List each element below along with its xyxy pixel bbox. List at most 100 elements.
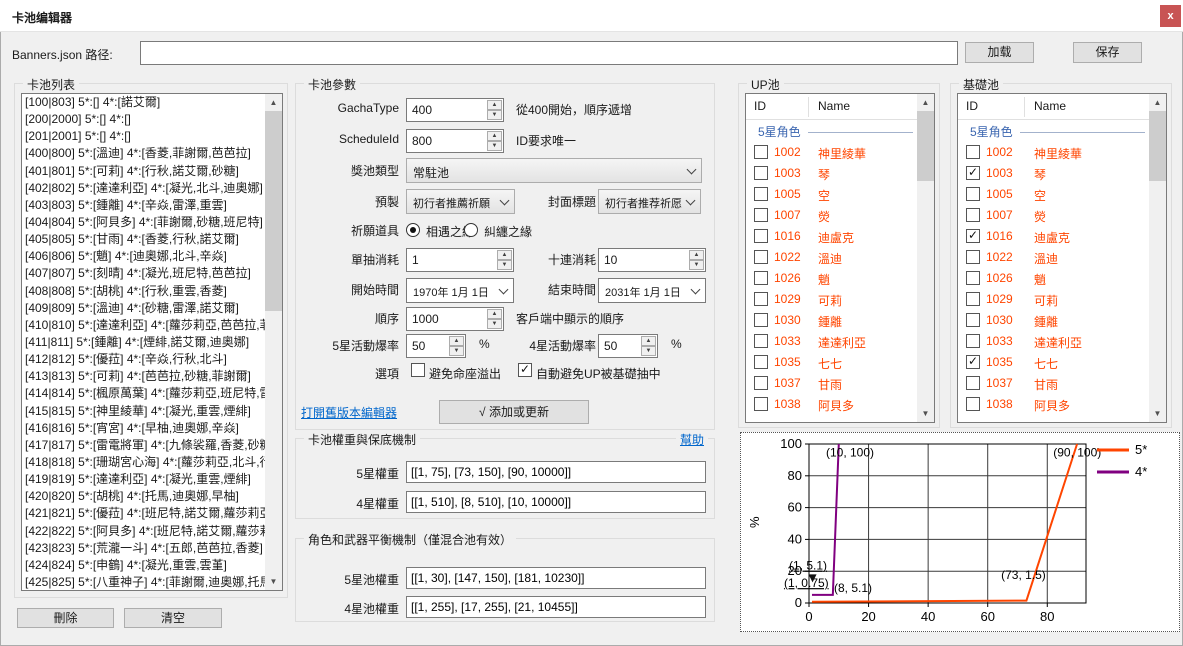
- weight4-input[interactable]: [406, 491, 706, 513]
- base-pool-row[interactable]: 1022 溫迪: [958, 247, 1149, 268]
- avoid-constellation-overflow-checkbox[interactable]: [411, 363, 425, 377]
- path-input[interactable]: [140, 41, 958, 65]
- pool-list-item[interactable]: [412|812] 5*:[優菈] 4*:[辛焱,行秋,北斗]: [22, 351, 265, 368]
- clear-button[interactable]: 清空: [124, 608, 222, 628]
- pool-list-item[interactable]: [409|809] 5*:[溫迪] 4*:[砂糖,雷澤,諾艾爾]: [22, 300, 265, 317]
- spin-down-icon[interactable]: ▼: [487, 141, 502, 151]
- up-pool-scrollbar[interactable]: ▲ ▼: [917, 94, 934, 422]
- pool-list-item[interactable]: [413|813] 5*:[可莉] 4*:[芭芭拉,砂糖,菲謝爾]: [22, 368, 265, 385]
- base-pool-scrollbar[interactable]: ▲ ▼: [1149, 94, 1166, 422]
- spin-down-icon[interactable]: ▼: [641, 346, 656, 356]
- pool-list-item[interactable]: [424|824] 5*:[申鶴] 4*:[凝光,重雲,雲堇]: [22, 557, 265, 574]
- pool-weight4-input[interactable]: [406, 596, 706, 618]
- pool-list-item[interactable]: [423|823] 5*:[荒瀧一斗] 4*:[五郎,芭芭拉,香菱]: [22, 540, 265, 557]
- row-checkbox[interactable]: [966, 187, 980, 201]
- scroll-down-icon[interactable]: ▼: [917, 405, 934, 422]
- scrollbar-thumb[interactable]: [917, 111, 934, 181]
- close-button[interactable]: x: [1160, 5, 1181, 27]
- order-spinner[interactable]: 1000 ▲ ▼: [406, 307, 504, 331]
- scroll-up-icon[interactable]: ▲: [917, 94, 934, 111]
- pool-list-item[interactable]: [406|806] 5*:[魈] 4*:[迪奧娜,北斗,辛焱]: [22, 248, 265, 265]
- row-checkbox[interactable]: [754, 187, 768, 201]
- pool-list-item[interactable]: [400|800] 5*:[溫迪] 4*:[香菱,菲謝爾,芭芭拉]: [22, 145, 265, 162]
- base-pool-row[interactable]: 1005 空: [958, 184, 1149, 205]
- radio-acquaint-fate[interactable]: [406, 223, 420, 237]
- scrollbar-thumb[interactable]: [265, 111, 282, 311]
- base-pool-row[interactable]: 1002 神里綾華: [958, 142, 1149, 163]
- pool-list-item[interactable]: [408|808] 5*:[胡桃] 4*:[行秋,重雲,香菱]: [22, 283, 265, 300]
- prefab-dropdown[interactable]: 初行者推薦祈願: [406, 189, 515, 214]
- spin-down-icon[interactable]: ▼: [449, 346, 464, 356]
- row-checkbox[interactable]: [754, 250, 768, 264]
- base-pool-row[interactable]: 1029 可莉: [958, 289, 1149, 310]
- row-checkbox[interactable]: [754, 208, 768, 222]
- up-pool-row[interactable]: 1022 溫迪: [746, 247, 917, 268]
- base-pool-row[interactable]: 1030 鍾離: [958, 310, 1149, 331]
- pool-list-item[interactable]: [422|822] 5*:[阿貝多] 4*:[班尼特,諾艾爾,蘿莎莉: [22, 523, 265, 540]
- pool-list-item[interactable]: [418|818] 5*:[珊瑚宮心海] 4*:[蘿莎莉亞,北斗,行: [22, 454, 265, 471]
- add-or-update-button[interactable]: √ 添加或更新: [439, 400, 589, 424]
- load-button[interactable]: 加载: [965, 42, 1034, 63]
- open-old-editor-link[interactable]: 打開舊版本編輯器: [301, 404, 397, 421]
- spin-up-icon[interactable]: ▲: [487, 309, 502, 319]
- pool-list-item[interactable]: [200|2000] 5*:[] 4*:[]: [22, 111, 265, 128]
- spin-up-icon[interactable]: ▲: [487, 131, 502, 141]
- scroll-up-icon[interactable]: ▲: [1149, 94, 1166, 111]
- row-checkbox[interactable]: [754, 166, 768, 180]
- row-checkbox[interactable]: [966, 145, 980, 159]
- pool-list-scrollbar[interactable]: ▲ ▼: [265, 94, 282, 590]
- base-pool-row[interactable]: 1016 迪盧克: [958, 226, 1149, 247]
- pool-type-dropdown[interactable]: 常駐池: [406, 158, 702, 183]
- scroll-up-icon[interactable]: ▲: [265, 94, 282, 111]
- end-date-picker[interactable]: 2031年 1月 1日: [598, 278, 706, 303]
- save-button[interactable]: 保存: [1073, 42, 1142, 63]
- up-pool-row[interactable]: 1038 阿貝多: [746, 394, 917, 415]
- row-checkbox[interactable]: [754, 397, 768, 411]
- pool-list-item[interactable]: [411|811] 5*:[鍾離] 4*:[煙緋,諾艾爾,迪奧娜]: [22, 334, 265, 351]
- pool-list-item[interactable]: [410|810] 5*:[達達利亞] 4*:[蘿莎莉亞,芭芭拉,菲: [22, 317, 265, 334]
- rate4-spinner[interactable]: 50 ▲ ▼: [598, 334, 658, 358]
- up-pool-row[interactable]: 1002 神里綾華: [746, 142, 917, 163]
- up-pool-row[interactable]: 1037 甘雨: [746, 373, 917, 394]
- pool-list-item[interactable]: [417|817] 5*:[雷電將軍] 4*:[九條裟羅,香菱,砂糖: [22, 437, 265, 454]
- base-pool-row[interactable]: 1037 甘雨: [958, 373, 1149, 394]
- radio-intertwined-fate[interactable]: [464, 223, 478, 237]
- up-pool-row[interactable]: 1003 琴: [746, 163, 917, 184]
- row-checkbox[interactable]: [966, 313, 980, 327]
- up-pool-row[interactable]: 1007 熒: [746, 205, 917, 226]
- spin-up-icon[interactable]: ▲: [487, 100, 502, 110]
- pool-list-item[interactable]: [420|820] 5*:[胡桃] 4*:[托馬,迪奧娜,早柚]: [22, 488, 265, 505]
- pool-list-item[interactable]: [100|803] 5*:[] 4*:[諾艾爾]: [22, 94, 265, 111]
- single-cost-spinner[interactable]: 1 ▲ ▼: [406, 248, 514, 272]
- base-pool-row[interactable]: 1007 熒: [958, 205, 1149, 226]
- scroll-down-icon[interactable]: ▼: [1149, 405, 1166, 422]
- pool-list-item[interactable]: [416|816] 5*:[宵宮] 4*:[早柚,迪奧娜,辛焱]: [22, 420, 265, 437]
- pool-list-item[interactable]: [419|819] 5*:[達達利亞] 4*:[凝光,重雲,煙緋]: [22, 471, 265, 488]
- spin-down-icon[interactable]: ▼: [487, 319, 502, 329]
- spin-down-icon[interactable]: ▼: [487, 110, 502, 120]
- pool-list-item[interactable]: [402|802] 5*:[達達利亞] 4*:[凝光,北斗,迪奧娜]: [22, 180, 265, 197]
- row-checkbox[interactable]: [966, 334, 980, 348]
- start-date-picker[interactable]: 1970年 1月 1日: [406, 278, 514, 303]
- up-pool-row[interactable]: 1016 迪盧克: [746, 226, 917, 247]
- pool-list-item[interactable]: [425|825] 5*:[八重神子] 4*:[菲謝爾,迪奧娜,托馬: [22, 574, 265, 590]
- row-checkbox[interactable]: [754, 355, 768, 369]
- pool-list-item[interactable]: [403|803] 5*:[鍾離] 4*:[辛焱,雷澤,重雲]: [22, 197, 265, 214]
- up-pool-row[interactable]: 1035 七七: [746, 352, 917, 373]
- up-pool-row[interactable]: 1029 可莉: [746, 289, 917, 310]
- pool-weight5-input[interactable]: [406, 567, 706, 589]
- spin-up-icon[interactable]: ▲: [641, 336, 656, 346]
- row-checkbox[interactable]: [754, 271, 768, 285]
- base-pool-row[interactable]: 1026 魈: [958, 268, 1149, 289]
- spin-down-icon[interactable]: ▼: [689, 260, 704, 270]
- up-pool-row[interactable]: 1005 空: [746, 184, 917, 205]
- row-checkbox[interactable]: [966, 292, 980, 306]
- up-pool-row[interactable]: 1030 鍾離: [746, 310, 917, 331]
- pool-list-item[interactable]: [407|807] 5*:[刻晴] 4*:[凝光,班尼特,芭芭拉]: [22, 265, 265, 282]
- row-checkbox[interactable]: [754, 229, 768, 243]
- base-pool-row[interactable]: 1003 琴: [958, 163, 1149, 184]
- pool-list-item[interactable]: [201|2001] 5*:[] 4*:[]: [22, 128, 265, 145]
- row-checkbox[interactable]: [966, 355, 980, 369]
- pool-list-item[interactable]: [401|801] 5*:[可莉] 4*:[行秋,諾艾爾,砂糖]: [22, 163, 265, 180]
- pool-list-item[interactable]: [421|821] 5*:[優菈] 4*:[班尼特,諾艾爾,蘿莎莉亞: [22, 505, 265, 522]
